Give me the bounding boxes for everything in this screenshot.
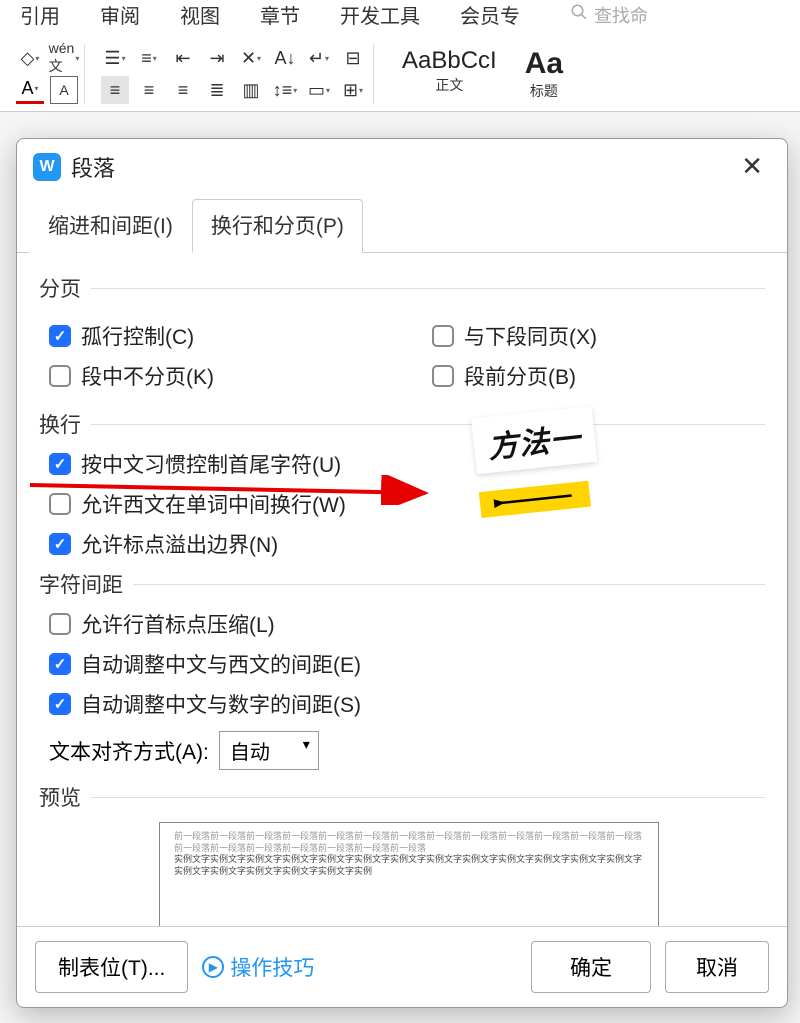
sort-icon[interactable]: A↓: [271, 44, 299, 72]
app-icon: W: [33, 153, 61, 181]
checkbox-keep-lines-together[interactable]: 段中不分页(K): [49, 361, 382, 391]
paragraph-dialog: W 段落 ✕ 缩进和间距(I) 换行和分页(P) 分页 孤行控制(C) 段中不分…: [16, 138, 788, 1008]
align-justify-icon[interactable]: ≣: [203, 76, 231, 104]
char-border-icon[interactable]: A: [50, 76, 78, 104]
clear-format-icon[interactable]: ✕▾: [237, 44, 265, 72]
cancel-button[interactable]: 取消: [665, 941, 769, 993]
tab-references[interactable]: 引用: [20, 0, 60, 29]
text-align-select[interactable]: 自动: [219, 731, 319, 770]
align-left-icon[interactable]: ≡: [101, 76, 129, 104]
checkbox-icon: [49, 365, 71, 387]
checkbox-icon: [49, 493, 71, 515]
tab-chapter[interactable]: 章节: [260, 0, 300, 29]
section-char-spacing: 字符间距: [39, 569, 765, 599]
show-marks-icon[interactable]: ↵▾: [305, 44, 333, 72]
search-icon: [570, 3, 588, 26]
checkbox-keep-with-next[interactable]: 与下段同页(X): [432, 321, 765, 351]
dialog-footer: 制表位(T)... ▶ 操作技巧 确定 取消: [17, 926, 787, 1007]
search-placeholder: 查找命: [594, 2, 648, 28]
checkbox-icon: [49, 325, 71, 347]
align-center-icon[interactable]: ≡: [135, 76, 163, 104]
checkbox-icon: [432, 365, 454, 387]
dialog-tabs: 缩进和间距(I) 换行和分页(P): [17, 198, 787, 253]
checkbox-latin-word-wrap[interactable]: 允许西文在单词中间换行(W): [49, 489, 765, 519]
style-heading[interactable]: Aa 标题: [513, 43, 575, 105]
checkbox-cjk-digit-spacing[interactable]: 自动调整中文与数字的间距(S): [49, 689, 765, 719]
ribbon-tabs: 引用 审阅 视图 章节 开发工具 会员专 查找命: [0, 0, 800, 37]
phonetic-guide-icon[interactable]: wén文▾: [50, 44, 78, 72]
style-normal[interactable]: AaBbCcI 正文: [390, 43, 509, 105]
align-right-icon[interactable]: ≡: [169, 76, 197, 104]
bullets-icon[interactable]: ☰▾: [101, 44, 129, 72]
borders-icon[interactable]: ⊞▾: [339, 76, 367, 104]
ruler-icon[interactable]: ⊟: [339, 44, 367, 72]
numbering-icon[interactable]: ≡▾: [135, 44, 163, 72]
checkbox-icon: [49, 653, 71, 675]
dialog-titlebar: W 段落 ✕: [17, 139, 787, 194]
ok-button[interactable]: 确定: [531, 941, 651, 993]
distribute-icon[interactable]: ▥: [237, 76, 265, 104]
section-preview: 预览: [39, 782, 765, 812]
checkbox-orphan-control[interactable]: 孤行控制(C): [49, 321, 382, 351]
tips-link[interactable]: ▶ 操作技巧: [202, 952, 314, 982]
search-box[interactable]: 查找命: [560, 0, 648, 29]
shading-icon[interactable]: ▭▾: [305, 76, 333, 104]
checkbox-icon: [49, 533, 71, 555]
play-icon: ▶: [202, 956, 224, 978]
checkbox-icon: [49, 613, 71, 635]
section-linebreak: 换行: [39, 409, 765, 439]
checkbox-icon: [49, 693, 71, 715]
tab-review[interactable]: 审阅: [100, 0, 140, 29]
dialog-body: 分页 孤行控制(C) 段中不分页(K) 与下段同页(X) 段前分页(B) 换行 …: [17, 253, 787, 926]
checkbox-cjk-firstlast[interactable]: 按中文习惯控制首尾字符(U): [49, 449, 765, 479]
checkbox-punct-overflow[interactable]: 允许标点溢出边界(N): [49, 529, 765, 559]
tab-vip[interactable]: 会员专: [460, 0, 520, 29]
text-align-label: 文本对齐方式(A):: [49, 736, 209, 766]
tab-devtools[interactable]: 开发工具: [340, 0, 420, 29]
checkbox-compress-punct[interactable]: 允许行首标点压缩(L): [49, 609, 765, 639]
tabstops-button[interactable]: 制表位(T)...: [35, 941, 188, 993]
dialog-title: 段落: [71, 151, 723, 183]
font-color-icon[interactable]: A▾: [16, 76, 44, 104]
tab-line-page-break[interactable]: 换行和分页(P): [192, 199, 363, 253]
checkbox-icon: [432, 325, 454, 347]
checkbox-cjk-latin-spacing[interactable]: 自动调整中文与西文的间距(E): [49, 649, 765, 679]
tab-indent-spacing[interactable]: 缩进和间距(I): [29, 199, 192, 253]
tab-view[interactable]: 视图: [180, 0, 220, 29]
line-spacing-icon[interactable]: ↕≡▾: [271, 76, 299, 104]
section-paging: 分页: [39, 273, 765, 303]
ribbon-toolbar: ◇▾ wén文▾ A▾ A ☰▾ ≡▾ ⇤ ⇥ ✕▾ A↓ ↵▾ ⊟ ≡ ≡ ≡…: [0, 37, 800, 112]
close-icon[interactable]: ✕: [733, 149, 771, 184]
increase-indent-icon[interactable]: ⇥: [203, 44, 231, 72]
checkbox-icon: [49, 453, 71, 475]
preview-box: 前一段落前一段落前一段落前一段落前一段落前一段落前一段落前一段落前一段落前一段落…: [159, 822, 659, 926]
decrease-indent-icon[interactable]: ⇤: [169, 44, 197, 72]
checkbox-page-break-before[interactable]: 段前分页(B): [432, 361, 765, 391]
format-painter-icon[interactable]: ◇▾: [16, 44, 44, 72]
